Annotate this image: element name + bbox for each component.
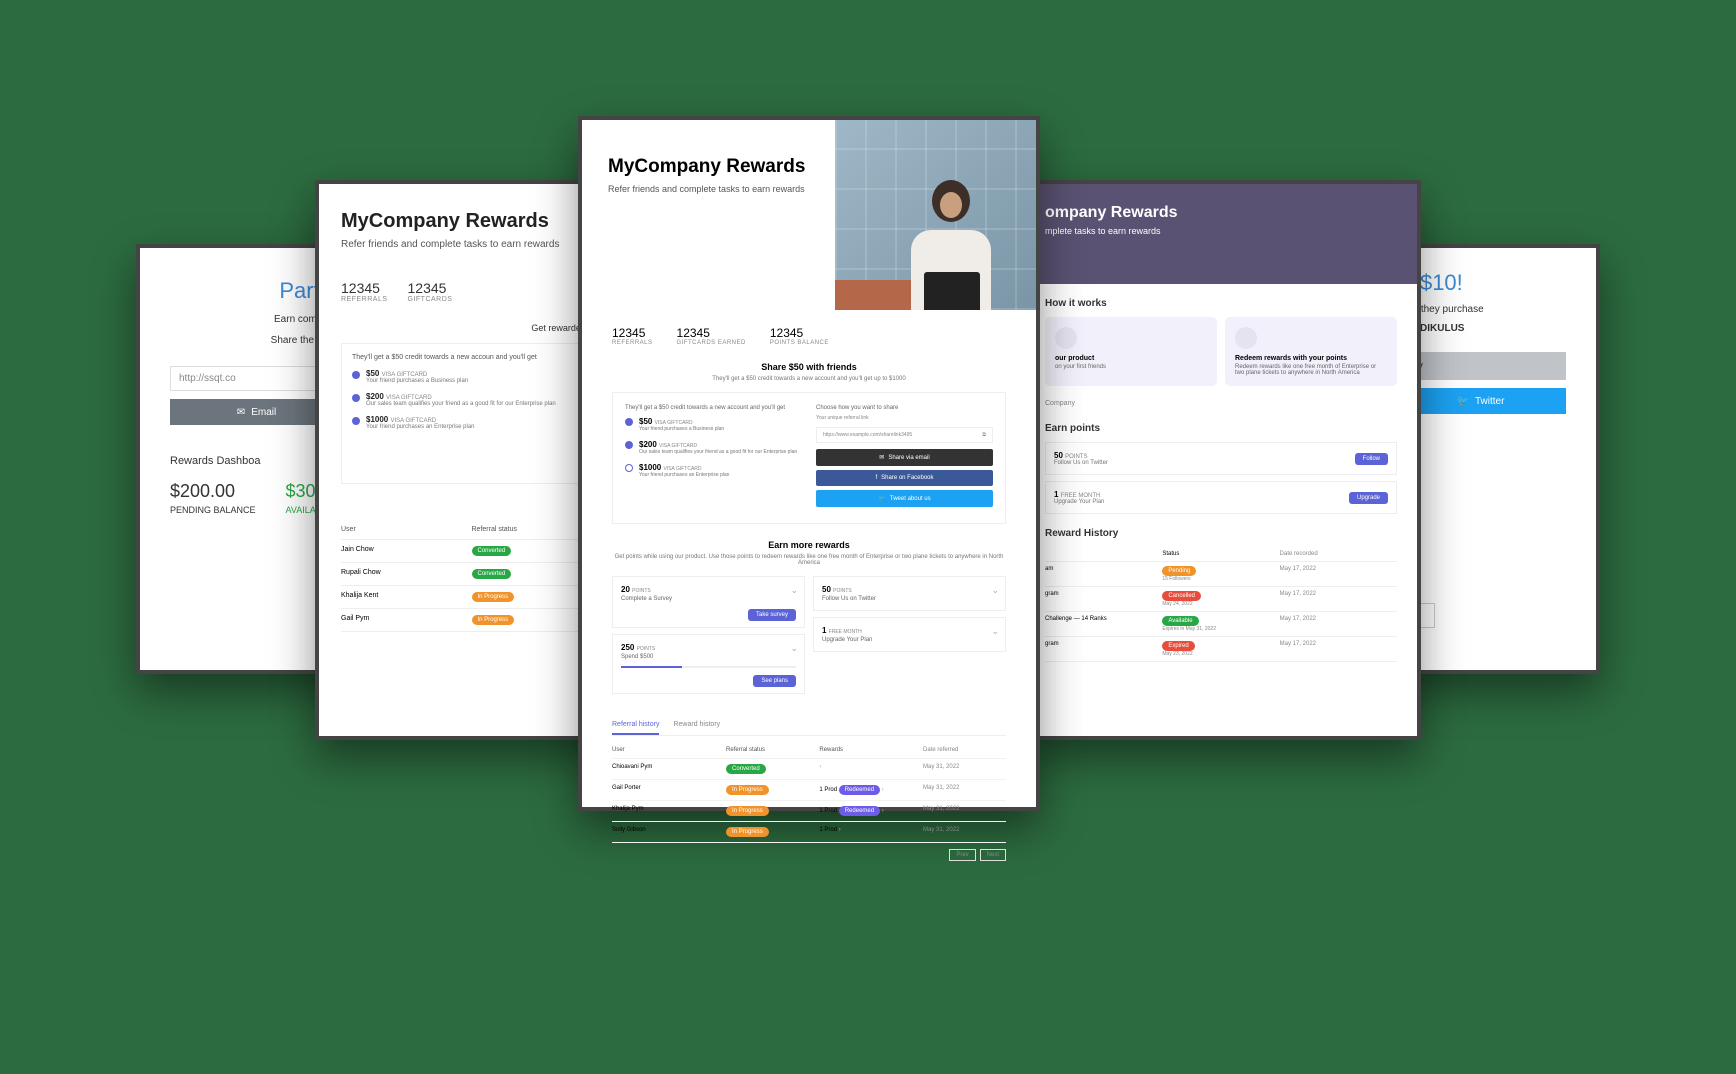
share-url-field[interactable]: https://www.example.com/sharelink3495 ⧉ [816, 427, 993, 443]
tier-dot-icon [352, 371, 360, 379]
reward-badge: Redeemed [839, 806, 880, 816]
tier-dot-icon [625, 464, 633, 472]
twitter-icon: 🐦 [1457, 396, 1469, 407]
earn-item: 1 FREE MONTHUpgrade Your PlanUpgrade [1045, 481, 1397, 514]
page-title: MyCompany Rewards [608, 156, 809, 178]
status-badge: Pending [1162, 566, 1196, 576]
mail-icon: ✉ [237, 407, 245, 418]
earn-card[interactable]: ⌄1 FREE MONTHUpgrade Your Plan [813, 617, 1006, 652]
earn-points-heading: Earn points [1045, 423, 1397, 434]
stat: 12345POINTS BALANCE [770, 326, 829, 346]
status-badge: Converted [726, 764, 766, 774]
reward-tier: $50 VISA GIFTCARDYour friend purchases a… [352, 369, 608, 384]
share-title: Share $50 with friends [612, 362, 1006, 372]
tier-dot-icon [625, 441, 633, 449]
chevron-down-icon: ⌄ [991, 585, 999, 596]
stat: 12345GIFTCARDS EARNED [677, 326, 746, 346]
status-badge: Expired [1162, 641, 1194, 651]
stat: 12345REFERRALS [612, 326, 653, 346]
gift-icon [1235, 327, 1257, 349]
reward-tier: $1000 VISA GIFTCARDYour friend purchases… [352, 415, 608, 430]
hero-banner: ompany Rewards mplete tasks to earn rewa… [1025, 184, 1417, 284]
status-badge: Converted [472, 546, 512, 556]
reward-tier: $1000 VISA GIFTCARDYour friend purchases… [625, 463, 802, 478]
hiw-card: our product on your first friends [1045, 317, 1217, 386]
table-row: Khalija PymIn Progress1 Prod Redeemed ›M… [612, 801, 1006, 822]
page-subtitle: Refer friends and complete tasks to earn… [608, 184, 809, 194]
status-badge: Available [1162, 616, 1198, 626]
table-row: amPending15 FollowersMay 17, 2022 [1045, 562, 1397, 587]
company-label: Company [1045, 400, 1397, 407]
table-row: gramCancelledMay 24, 2022May 17, 2022 [1045, 587, 1397, 612]
status-badge: In Progress [472, 615, 515, 625]
status-badge: Cancelled [1162, 591, 1201, 601]
share-facebook-button[interactable]: fShare on Facebook [816, 470, 993, 486]
table-row: Gail PorterIn Progress1 Prod Redeemed ›M… [612, 780, 1006, 801]
status-badge: In Progress [726, 806, 769, 816]
reward-badge: Redeemed [839, 785, 880, 795]
tier-dot-icon [352, 394, 360, 402]
panel-company-rewards: ompany Rewards mplete tasks to earn rewa… [1021, 180, 1421, 740]
twitter-icon: 🐦 [878, 495, 885, 502]
share-email-button[interactable]: ✉Share via email [816, 449, 993, 466]
cart-icon [1055, 327, 1077, 349]
prev-button[interactable]: Prev [949, 849, 975, 861]
hero-image [835, 120, 1036, 310]
reward-tier: $200 VISA GIFTCARDOur sales team qualifi… [625, 440, 802, 455]
earn-more-subtitle: Get points while using our product. Use … [612, 554, 1006, 566]
earn-action-button[interactable]: See plans [753, 675, 796, 687]
table-row: gramExpiredMay 23, 2022May 17, 2022 [1045, 637, 1397, 662]
copy-icon[interactable]: ⧉ [982, 432, 986, 438]
mail-icon: ✉ [879, 454, 884, 461]
pending-balance: $200.00 PENDING BALANCE [170, 481, 256, 515]
tab-referral-history[interactable]: Referral history [612, 716, 659, 735]
tier-dot-icon [352, 417, 360, 425]
reward-tier: $50 VISA GIFTCARDYour friend purchases a… [625, 417, 802, 432]
share-twitter-button[interactable]: 🐦Tweet about us [816, 490, 993, 507]
earn-action-button[interactable]: Take survey [748, 609, 796, 621]
earn-action-button[interactable]: Upgrade [1349, 492, 1388, 504]
tier-dot-icon [625, 418, 633, 426]
share-subtitle: They'll get a $50 credit towards a new a… [612, 376, 1006, 382]
earn-card[interactable]: ⌄250 POINTSSpend $500See plans [612, 634, 805, 694]
chevron-down-icon: ⌄ [790, 585, 798, 596]
stat: 12345GIFTCARDS [408, 280, 453, 303]
how-it-works-heading: How it works [1045, 298, 1397, 309]
earn-card[interactable]: ⌄50 POINTSFollow Us on Twitter [813, 576, 1006, 611]
earn-action-button[interactable]: Follow [1355, 453, 1388, 465]
status-badge: In Progress [472, 592, 515, 602]
tab-reward-history[interactable]: Reward history [673, 716, 720, 735]
reward-tier: $200 VISA GIFTCARDOur sales team qualifi… [352, 392, 608, 407]
hiw-card: Redeem rewards with your points Redeem r… [1225, 317, 1397, 386]
panel-mycompany-main: MyCompany Rewards Refer friends and comp… [578, 116, 1040, 811]
chevron-down-icon: ⌄ [790, 643, 798, 654]
table-row: Chioavani PymConverted ›May 31, 2022 [612, 759, 1006, 780]
status-badge: Converted [472, 569, 512, 579]
earn-more-title: Earn more rewards [612, 540, 1006, 550]
earn-card[interactable]: ⌄20 POINTSComplete a SurveyTake survey [612, 576, 805, 628]
status-badge: In Progress [726, 827, 769, 837]
earn-item: 50 POINTSFollow Us on TwitterFollow [1045, 442, 1397, 475]
reward-history-heading: Reward History [1045, 528, 1397, 539]
facebook-icon: f [875, 475, 877, 481]
chevron-down-icon: ⌄ [991, 626, 999, 637]
status-badge: In Progress [726, 785, 769, 795]
next-button[interactable]: Next [980, 849, 1006, 861]
table-row: Challenge — 14 RanksAvailableExpires in … [1045, 612, 1397, 637]
table-row: Sully GibsonIn Progress1 Prod ›May 31, 2… [612, 822, 1006, 843]
stat: 12345REFERRALS [341, 280, 388, 303]
progress-bar [621, 666, 796, 668]
